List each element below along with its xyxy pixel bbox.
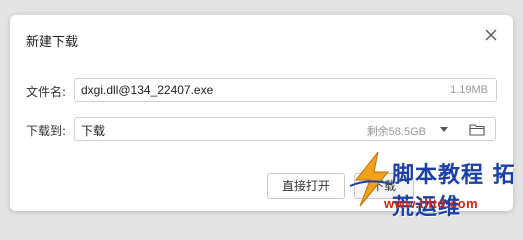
open-directly-button[interactable]: 直接打开 — [267, 173, 345, 199]
saveto-value[interactable]: 下载 — [81, 122, 105, 139]
dialog-title: 新建下载 — [26, 35, 79, 50]
watermark-text: 脚本教程 拓荒运维 — [392, 162, 516, 220]
free-space: 剩余58.5GB — [366, 126, 426, 138]
file-size: 1.19MB — [450, 84, 488, 96]
watermark-url: www.tlltd.com — [384, 196, 479, 211]
close-icon[interactable] — [483, 27, 499, 43]
filename-field[interactable]: dxgi.dll@134_22407.exe 1.19MB — [74, 78, 497, 102]
chevron-down-icon[interactable] — [440, 127, 448, 132]
filename-value[interactable]: dxgi.dll@134_22407.exe — [81, 83, 213, 97]
browse-folder-button[interactable] — [458, 117, 496, 141]
folder-icon — [469, 124, 485, 136]
saveto-label: 下载到: — [26, 124, 67, 138]
filename-label: 文件名: — [26, 85, 67, 99]
saveto-field[interactable]: 下载 剩余58.5GB — [74, 117, 459, 141]
